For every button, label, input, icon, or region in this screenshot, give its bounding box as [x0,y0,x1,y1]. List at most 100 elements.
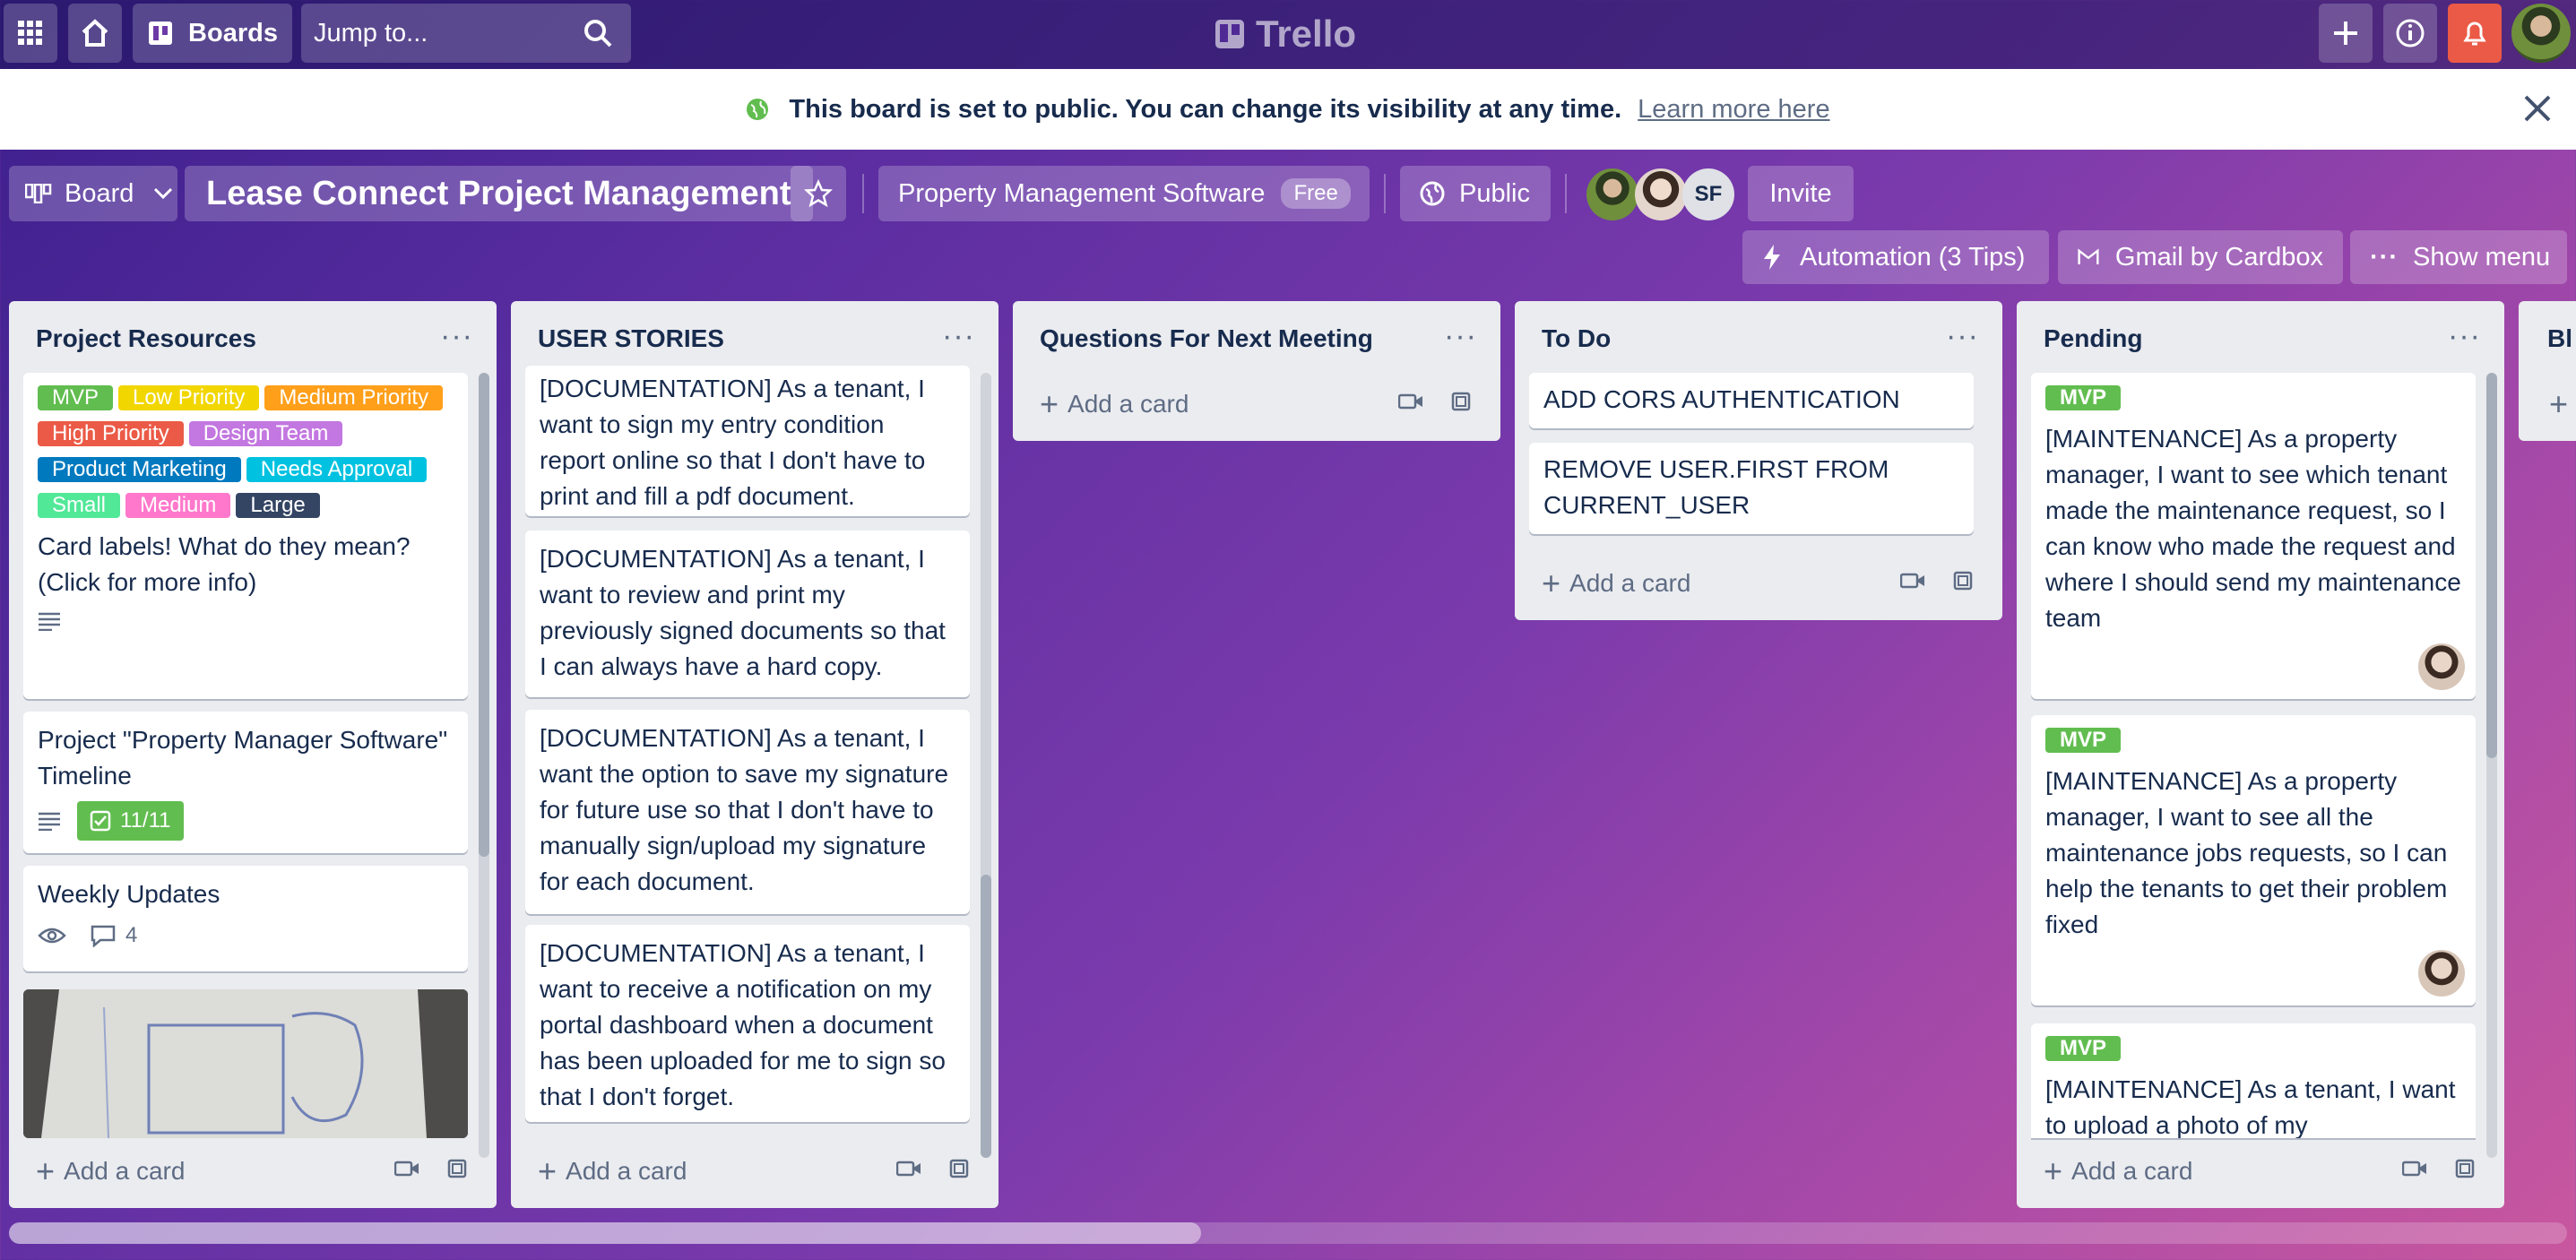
add-card-label: Add a card [1569,569,1691,597]
trello-logo[interactable]: Trello [1215,13,1356,56]
card-title: [MAINTENANCE] As a property manager, I w… [2045,767,2448,938]
add-card-button[interactable]: + Add a card [2044,1152,2192,1190]
video-icon[interactable] [896,1160,921,1178]
list-title[interactable]: To Do [1542,324,1611,353]
gmail-powerup-button[interactable]: Gmail by Cardbox [2058,230,2343,284]
card-member-avatar[interactable] [2416,948,2467,998]
card-title: REMOVE USER.FIRST FROM CURRENT_USER [1543,455,1889,519]
user-story-card[interactable]: [DOCUMENTATION] As a tenant, I want the … [525,710,970,914]
lightning-icon [1764,245,1780,270]
user-story-card[interactable]: [DOCUMENTATION] As a tenant, I want to r… [525,531,970,697]
video-icon[interactable] [394,1160,419,1178]
card-labels-info[interactable]: MVP Low Priority Medium Priority High Prior… [23,373,468,699]
card-template-icon[interactable] [1448,389,1474,414]
list-menu-icon[interactable]: ··· [942,319,975,354]
list-menu-icon[interactable]: ··· [1444,319,1477,354]
apps-grid-icon[interactable] [4,4,57,63]
add-card-button[interactable]: + Add a card [36,1152,185,1190]
close-icon[interactable] [2522,93,2553,124]
boards-label: Boards [188,18,278,47]
user-story-card[interactable]: [DOCUMENTATION] As a tenant, I want to r… [525,925,970,1122]
card-template-icon[interactable] [1950,568,1975,593]
todo-card[interactable]: ADD CORS AUTHENTICATION [1529,373,1974,428]
jump-to-placeholder: Jump to... [314,18,428,47]
video-icon[interactable] [1900,572,1925,590]
video-icon[interactable] [2402,1160,2427,1178]
label-low-priority: Low Priority [118,385,260,410]
learn-more-link[interactable]: Learn more here [1638,95,1829,125]
plus-icon: + [1040,385,1059,422]
list-questions-next-meeting: Questions For Next Meeting ··· + Add a ca… [1013,301,1500,441]
member-avatar[interactable] [1586,168,1638,220]
label-mvp: MVP [2045,1036,2122,1061]
invite-button[interactable]: Invite [1748,166,1854,221]
board-title[interactable]: Lease Connect Project Management [185,166,813,221]
card-member-avatar[interactable] [2416,642,2467,692]
boards-button[interactable]: Boards [133,4,292,63]
workspace-button[interactable]: Property Management Software Free [878,166,1370,221]
add-card-button[interactable]: + [2549,385,2576,423]
user-story-card[interactable]: [DOCUMENTATION] As a tenant, I want to s… [525,366,970,516]
pending-card[interactable]: MVP [MAINTENANCE] As a property manager,… [2031,373,2476,699]
visibility-button[interactable]: Public [1400,166,1551,221]
automation-button[interactable]: Automation (3 Tips) [1742,230,2049,284]
workspace-plan-badge: Free [1281,178,1351,209]
notifications-bell-icon[interactable] [2448,4,2502,63]
card-template-icon[interactable] [2452,1156,2477,1181]
chevron-down-icon [154,187,173,200]
card-title: [MAINTENANCE] As a tenant, I want to upl… [2045,1075,2456,1138]
add-card-button[interactable]: + Add a card [1542,565,1690,602]
list-pending: Pending ··· MVP [MAINTENANCE] As a prope… [2017,301,2504,1208]
list-title[interactable]: Bl [2547,324,2572,353]
card-badges: 4 [38,918,454,954]
comment-count: 4 [125,923,138,947]
add-card-button[interactable]: + Add a card [1040,385,1189,423]
jump-to-search[interactable]: Jump to... [301,4,631,63]
list-scrollbar-thumb[interactable] [479,373,489,857]
list-title[interactable]: Project Resources [36,324,256,353]
list-scrollbar-thumb[interactable] [981,875,991,1158]
list-scrollbar-thumb[interactable] [2486,373,2497,758]
list-menu-icon[interactable]: ··· [2448,319,2481,354]
user-avatar[interactable] [2511,4,2571,63]
home-icon[interactable] [68,4,122,63]
list-title[interactable]: Questions For Next Meeting [1040,324,1373,353]
list-menu-icon[interactable]: ··· [1946,319,1979,354]
member-avatar-initials[interactable]: SF [1682,168,1734,220]
list-menu-icon[interactable]: ··· [440,319,473,354]
card-timeline[interactable]: Project "Property Manager Software" Time… [23,712,468,853]
card-title: [DOCUMENTATION] As a tenant, I want to s… [540,375,926,510]
card-image-cover[interactable] [23,989,468,1138]
card-template-icon[interactable] [445,1156,470,1181]
visibility-label: Public [1459,178,1530,208]
card-template-icon[interactable] [947,1156,972,1181]
board-view-label: Board [65,178,134,208]
top-navigation-bar: Boards Jump to... Trello [0,0,2576,69]
label-medium: Medium [125,493,231,518]
show-menu-button[interactable]: ··· Show menu [2350,230,2567,284]
comment-icon [91,925,116,947]
todo-card[interactable]: REMOVE USER.FIRST FROM CURRENT_USER [1529,443,1974,534]
video-icon[interactable] [1398,393,1423,410]
board-view-switcher[interactable]: Board [9,166,177,221]
description-icon [39,612,60,632]
list-to-do: To Do ··· ADD CORS AUTHENTICATION REMOVE… [1515,301,2002,620]
card-weekly-updates[interactable]: Weekly Updates 4 [23,866,468,971]
label-mvp: MVP [2045,385,2122,410]
label-mvp: MVP [38,385,114,410]
create-plus-icon[interactable] [2319,4,2373,63]
star-board-button[interactable] [791,166,846,221]
list-partially-visible: Bl + [2519,301,2576,441]
label-medium-priority: Medium Priority [264,385,444,410]
list-title[interactable]: Pending [2044,324,2142,353]
list-project-resources: Project Resources ··· MVP Low Priority Med… [9,301,497,1208]
add-card-label: Add a card [2071,1157,2193,1185]
member-avatar[interactable] [1635,168,1687,220]
pending-card[interactable]: MVP [MAINTENANCE] As a property manager,… [2031,715,2476,1005]
board-horizontal-scrollbar-thumb[interactable] [9,1222,1201,1244]
info-icon[interactable] [2383,4,2437,63]
pending-card[interactable]: MVP [MAINTENANCE] As a tenant, I want to… [2031,1023,2476,1138]
plus-icon: + [1542,565,1561,601]
add-card-button[interactable]: + Add a card [538,1152,687,1190]
list-title[interactable]: USER STORIES [538,324,724,353]
